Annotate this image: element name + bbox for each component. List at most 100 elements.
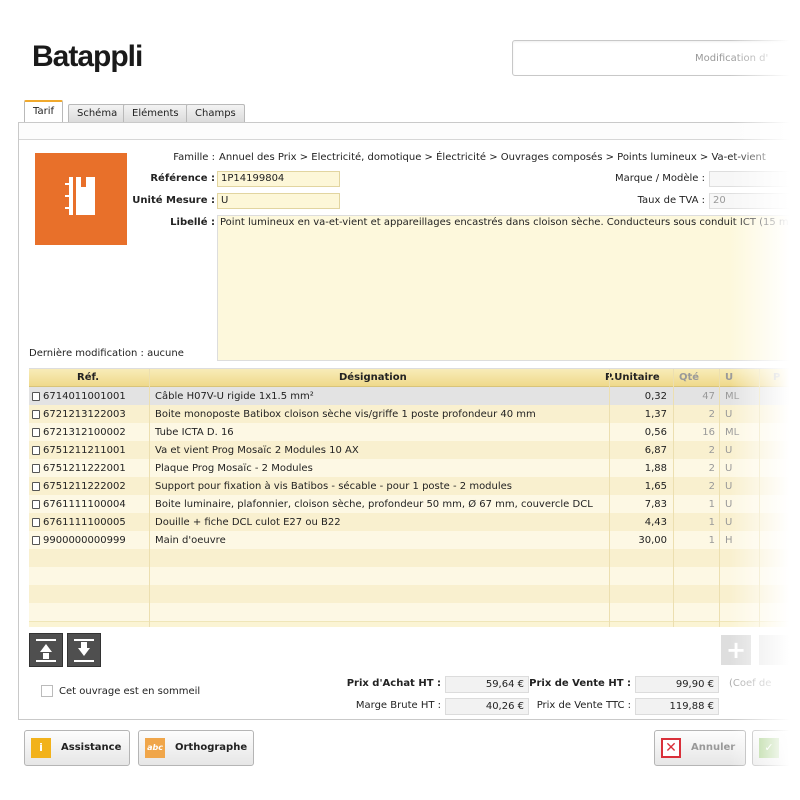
- cell-ref: 6761111100004: [43, 499, 126, 510]
- sleep-checkbox-row[interactable]: Cet ouvrage est en sommeil: [41, 685, 200, 697]
- unite-field[interactable]: U: [217, 193, 340, 209]
- table-row[interactable]: 6751211222001 Plaque Prog Mosaïc - 2 Modu…: [29, 459, 800, 478]
- table-row[interactable]: 6721312100002 Tube ICTA D. 16 0,56 16 ML: [29, 423, 800, 442]
- famille-label: Famille :: [173, 152, 215, 163]
- cell-pu: 4,43: [644, 517, 667, 528]
- row-item-icon: [32, 428, 40, 437]
- empty-table-row: [29, 585, 800, 604]
- row-item-icon: [32, 410, 40, 419]
- cell-pu: 0,32: [644, 391, 667, 402]
- cell-unit: U: [725, 499, 733, 510]
- sleep-checkbox[interactable]: [41, 685, 53, 697]
- cell-unit: U: [725, 481, 733, 492]
- reference-label: Référence :: [150, 173, 215, 184]
- cell-designation: Support pour fixation à vis Batibos - sé…: [155, 481, 513, 492]
- cell-ref: 6721213122003: [43, 409, 126, 420]
- cell-qte: 2: [708, 463, 715, 474]
- tab-champs-persos[interactable]: Champs persos.: [186, 104, 245, 136]
- cell-pu: 1,37: [644, 409, 667, 420]
- cell-qte: 2: [708, 481, 715, 492]
- row-item-icon: [32, 500, 40, 509]
- move-bottom-button[interactable]: [67, 633, 101, 667]
- col-header-designation[interactable]: Désignation: [339, 372, 407, 383]
- last-modified-text: Dernière modification : aucune: [29, 348, 184, 359]
- libelle-textarea[interactable]: Point lumineux en va-et-vient et apparei…: [217, 215, 800, 361]
- cell-pu: 6,87: [644, 445, 667, 456]
- app-logo: Batappli: [32, 40, 143, 73]
- col-header-extra[interactable]: P: [773, 372, 780, 383]
- annuler-button[interactable]: ✕ Annuler: [654, 730, 746, 766]
- col-divider: [149, 369, 150, 627]
- cancel-icon: ✕: [661, 738, 681, 758]
- tab-elements[interactable]: Eléments: [123, 104, 188, 123]
- coef-label: (Coef de: [729, 678, 772, 689]
- col-divider: [759, 369, 760, 627]
- cell-unit: U: [725, 445, 733, 456]
- row-item-icon: [32, 536, 40, 545]
- cell-unit: U: [725, 463, 733, 474]
- cell-unit: ML: [725, 391, 740, 402]
- cell-designation: Main d'oeuvre: [155, 535, 226, 546]
- table-row[interactable]: 9900000000999 Main d'oeuvre 30,00 1 H: [29, 531, 800, 550]
- col-header-unit[interactable]: U: [725, 372, 733, 383]
- tva-field[interactable]: 20: [709, 193, 800, 209]
- col-header-pu[interactable]: P.Unitaire: [605, 372, 660, 383]
- cell-pu: 7,83: [644, 499, 667, 510]
- second-action-button[interactable]: [759, 635, 789, 665]
- row-item-icon: [32, 518, 40, 527]
- table-row[interactable]: 6761111100004 Boite luminaire, plafonnier…: [29, 495, 800, 514]
- cell-pu: 0,56: [644, 427, 667, 438]
- assistance-icon: i: [31, 738, 51, 758]
- cell-ref: 6751211211001: [43, 445, 126, 456]
- validate-button[interactable]: ✓: [752, 730, 800, 766]
- assistance-button[interactable]: i Assistance: [24, 730, 130, 766]
- cell-ref: 9900000000999: [43, 535, 126, 546]
- row-item-icon: [32, 482, 40, 491]
- col-divider: [609, 369, 610, 627]
- famille-value[interactable]: Annuel des Prix > Electricité, domotique…: [219, 152, 766, 163]
- cell-qte: 1: [708, 499, 715, 510]
- main-panel: Famille : Annuel des Prix > Electricité,…: [18, 122, 800, 720]
- tab-schema[interactable]: Schéma: [68, 104, 127, 123]
- move-top-button[interactable]: [29, 633, 63, 667]
- table-row[interactable]: 6761111100005 Douille + fiche DCL culot E…: [29, 513, 800, 532]
- empty-table-row: [29, 567, 800, 586]
- spellcheck-icon: abc: [145, 738, 165, 758]
- reference-field[interactable]: 1P14199804: [217, 171, 340, 187]
- prix-vente-ht-value[interactable]: 99,90 €: [635, 676, 719, 693]
- cell-unit: H: [725, 535, 733, 546]
- cell-qte: 47: [702, 391, 715, 402]
- table-row[interactable]: 6751211211001 Va et vient Prog Mosaïc 2 M…: [29, 441, 800, 460]
- libelle-label: Libellé :: [170, 217, 215, 228]
- table-row[interactable]: 6751211222002 Support pour fixation à vis…: [29, 477, 800, 496]
- cell-designation: Câble H07V-U rigide 1x1.5 mm²: [155, 391, 314, 402]
- marque-field[interactable]: [709, 171, 800, 187]
- orthographe-button[interactable]: abc Orthographe: [138, 730, 254, 766]
- prix-vente-ttc-value[interactable]: 119,88 €: [635, 698, 719, 715]
- table-row[interactable]: 6721213122003 Boite monoposte Batibox clo…: [29, 405, 800, 424]
- book-icon: [35, 153, 127, 245]
- tva-label: Taux de TVA :: [637, 195, 705, 206]
- row-item-icon: [32, 464, 40, 473]
- add-row-button[interactable]: +: [721, 635, 751, 665]
- edge-fade-bottom: [0, 770, 800, 800]
- cell-designation: Tube ICTA D. 16: [155, 427, 234, 438]
- cell-unit: U: [725, 517, 733, 528]
- cell-ref: 6721312100002: [43, 427, 126, 438]
- prix-achat-value: 59,64 €: [445, 676, 529, 693]
- tab-tarif[interactable]: Tarif: [24, 100, 63, 124]
- col-header-qte[interactable]: Qté: [679, 372, 699, 383]
- mode-header-box: Modification d': [512, 40, 800, 76]
- table-row[interactable]: 6714011001001 Câble H07V-U rigide 1x1.5 m…: [29, 387, 800, 406]
- empty-table-row: [29, 549, 800, 568]
- cell-designation: Douille + fiche DCL culot E27 ou B22: [155, 517, 341, 528]
- cell-ref: 6751211222001: [43, 463, 126, 474]
- cell-qte: 1: [708, 517, 715, 528]
- cell-qte: 16: [702, 427, 715, 438]
- cell-ref: 6714011001001: [43, 391, 126, 402]
- cell-unit: ML: [725, 427, 740, 438]
- col-header-ref[interactable]: Réf.: [77, 372, 99, 383]
- cell-pu: 1,65: [644, 481, 667, 492]
- mode-text: Modification d': [695, 53, 769, 64]
- marge-label: Marge Brute HT :: [355, 700, 441, 711]
